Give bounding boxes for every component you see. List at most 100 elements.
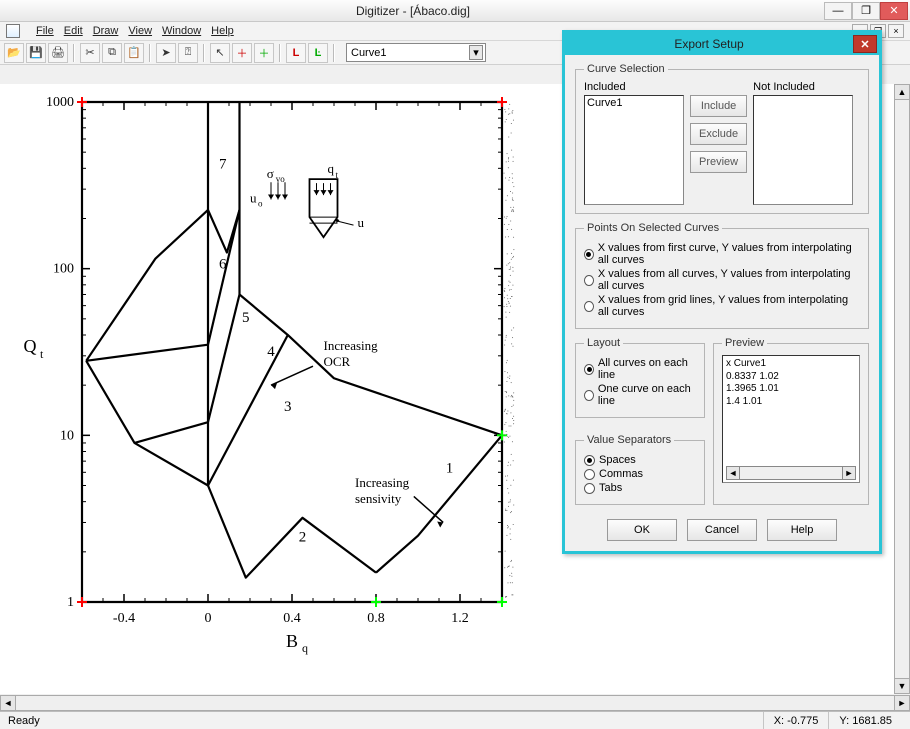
svg-text:2: 2	[299, 530, 307, 546]
mdi-close-button[interactable]: ×	[888, 24, 904, 38]
scroll-track[interactable]	[16, 695, 894, 711]
preview-legend: Preview	[722, 337, 767, 349]
points-on-selected-option[interactable]: X values from first curve, Y values from…	[584, 242, 860, 266]
svg-text:1000: 1000	[46, 95, 74, 110]
copy-icon: ⧉	[108, 46, 116, 59]
preview-line: x Curve1	[726, 358, 856, 371]
svg-text:u: u	[250, 190, 257, 205]
radio-label: X values from all curves, Y values from …	[598, 268, 860, 292]
value-separators-legend: Value Separators	[584, 434, 674, 446]
curve-selection-legend: Curve Selection	[584, 63, 668, 75]
radio-label: Commas	[599, 468, 643, 480]
folder-icon: 📂	[7, 46, 21, 59]
scroll-left-icon[interactable]: ◄	[0, 695, 16, 711]
radio-label: Tabs	[599, 482, 622, 494]
layout-option[interactable]: One curve on each line	[584, 383, 696, 407]
layout-option[interactable]: All curves on each line	[584, 357, 696, 381]
dialog-titlebar: Export Setup ✕	[565, 33, 879, 55]
scroll-left-icon[interactable]: ◄	[726, 466, 740, 480]
save-button[interactable]: 💾	[26, 43, 46, 63]
radio-icon	[584, 275, 594, 286]
menu-draw[interactable]: Draw	[93, 25, 119, 37]
open-button[interactable]: 📂	[4, 43, 24, 63]
toolbar-separator	[203, 44, 205, 62]
scroll-track[interactable]	[740, 466, 842, 480]
paste-button[interactable]: 📋	[124, 43, 144, 63]
layout-group: Layout All curves on each lineOne curve …	[575, 337, 705, 418]
document-hscrollbar[interactable]: ◄ ►	[0, 695, 910, 711]
value-separators-option[interactable]: Spaces	[584, 454, 696, 466]
scroll-down-icon[interactable]: ▼	[894, 678, 910, 694]
preview-line: 1.3965 1.01	[726, 383, 856, 396]
dialog-close-button[interactable]: ✕	[853, 35, 877, 53]
chevron-down-icon: ▾	[469, 45, 483, 60]
scroll-up-icon[interactable]: ▲	[894, 84, 910, 100]
radio-icon	[584, 483, 595, 494]
cancel-button[interactable]: Cancel	[687, 519, 757, 541]
dialog-title: Export Setup	[565, 37, 853, 51]
clipboard-icon: 📋	[127, 46, 141, 59]
not-included-label: Not Included	[753, 81, 853, 93]
menu-view[interactable]: View	[128, 25, 152, 37]
value-separators-option[interactable]: Commas	[584, 468, 696, 480]
ok-button[interactable]: OK	[607, 519, 677, 541]
chart-canvas[interactable]: 1101001000-0.400.40.81.2BqQt1234567Incre…	[12, 92, 542, 682]
arrow-tool-button[interactable]: ↖	[210, 43, 230, 63]
list-item[interactable]: Curve1	[587, 97, 681, 109]
svg-text:10: 10	[60, 428, 74, 443]
preview-button[interactable]: Preview	[690, 151, 747, 173]
not-included-listbox[interactable]	[753, 95, 853, 205]
print-button[interactable]: 🖨	[48, 43, 68, 63]
preview-group: Preview x Curve10.8337 1.021.3965 1.011.…	[713, 337, 869, 505]
toolbar-separator	[149, 44, 151, 62]
points-on-selected-group: Points On Selected Curves X values from …	[575, 222, 869, 329]
window-titlebar: Digitizer - [Ábaco.dig] — ❐ ✕	[0, 0, 910, 22]
points-on-selected-option[interactable]: X values from all curves, Y values from …	[584, 268, 860, 292]
scroll-track[interactable]	[894, 100, 910, 678]
preview-hscrollbar[interactable]: ◄ ►	[726, 466, 856, 480]
axis-l2-tool-button[interactable]: Ŀ	[308, 43, 328, 63]
menu-edit[interactable]: Edit	[64, 25, 83, 37]
menu-file[interactable]: File	[36, 25, 54, 37]
svg-text:σ: σ	[267, 166, 274, 181]
value-separators-option[interactable]: Tabs	[584, 482, 696, 494]
plus-icon: ＋	[237, 45, 248, 61]
whatsthis-button[interactable]: ⍰	[178, 43, 198, 63]
app-icon	[6, 24, 20, 38]
close-button[interactable]: ✕	[880, 2, 908, 20]
axis-l-tool-button[interactable]: L	[286, 43, 306, 63]
svg-text:q: q	[302, 641, 308, 655]
included-listbox[interactable]: Curve1	[584, 95, 684, 205]
radio-icon	[584, 390, 594, 401]
svg-text:6: 6	[219, 257, 227, 273]
svg-text:100: 100	[53, 262, 74, 277]
add-point-tool-button[interactable]: ＋	[232, 43, 252, 63]
include-button[interactable]: Include	[690, 95, 747, 117]
cut-button[interactable]: ✂	[80, 43, 100, 63]
exclude-button[interactable]: Exclude	[690, 123, 747, 145]
pointer-tool-button[interactable]: ➤	[156, 43, 176, 63]
svg-text:OCR: OCR	[324, 354, 351, 369]
curve-select[interactable]: Curve1 ▾	[346, 43, 486, 62]
status-x: X: -0.775	[763, 712, 829, 729]
scissors-icon: ✂	[85, 46, 94, 59]
scroll-right-icon[interactable]: ►	[842, 466, 856, 480]
help-pointer-icon: ⍰	[185, 46, 192, 59]
radio-icon	[584, 364, 594, 375]
document-vscrollbar[interactable]: ▲ ▼	[894, 84, 910, 694]
toolbar-separator	[279, 44, 281, 62]
scroll-right-icon[interactable]: ►	[894, 695, 910, 711]
maximize-button[interactable]: ❐	[852, 2, 880, 20]
add-point-green-tool-button[interactable]: ＋	[254, 43, 274, 63]
copy-button[interactable]: ⧉	[102, 43, 122, 63]
menu-help[interactable]: Help	[211, 25, 234, 37]
printer-icon: 🖨	[51, 46, 65, 59]
svg-text:-0.4: -0.4	[113, 611, 135, 626]
menu-window[interactable]: Window	[162, 25, 201, 37]
l-axis-icon: L	[293, 47, 300, 59]
value-separators-group: Value Separators Spaces Commas Tabs	[575, 434, 705, 505]
help-button[interactable]: Help	[767, 519, 837, 541]
minimize-button[interactable]: —	[824, 2, 852, 20]
points-on-selected-option[interactable]: X values from grid lines, Y values from …	[584, 294, 860, 318]
svg-text:4: 4	[267, 344, 275, 360]
